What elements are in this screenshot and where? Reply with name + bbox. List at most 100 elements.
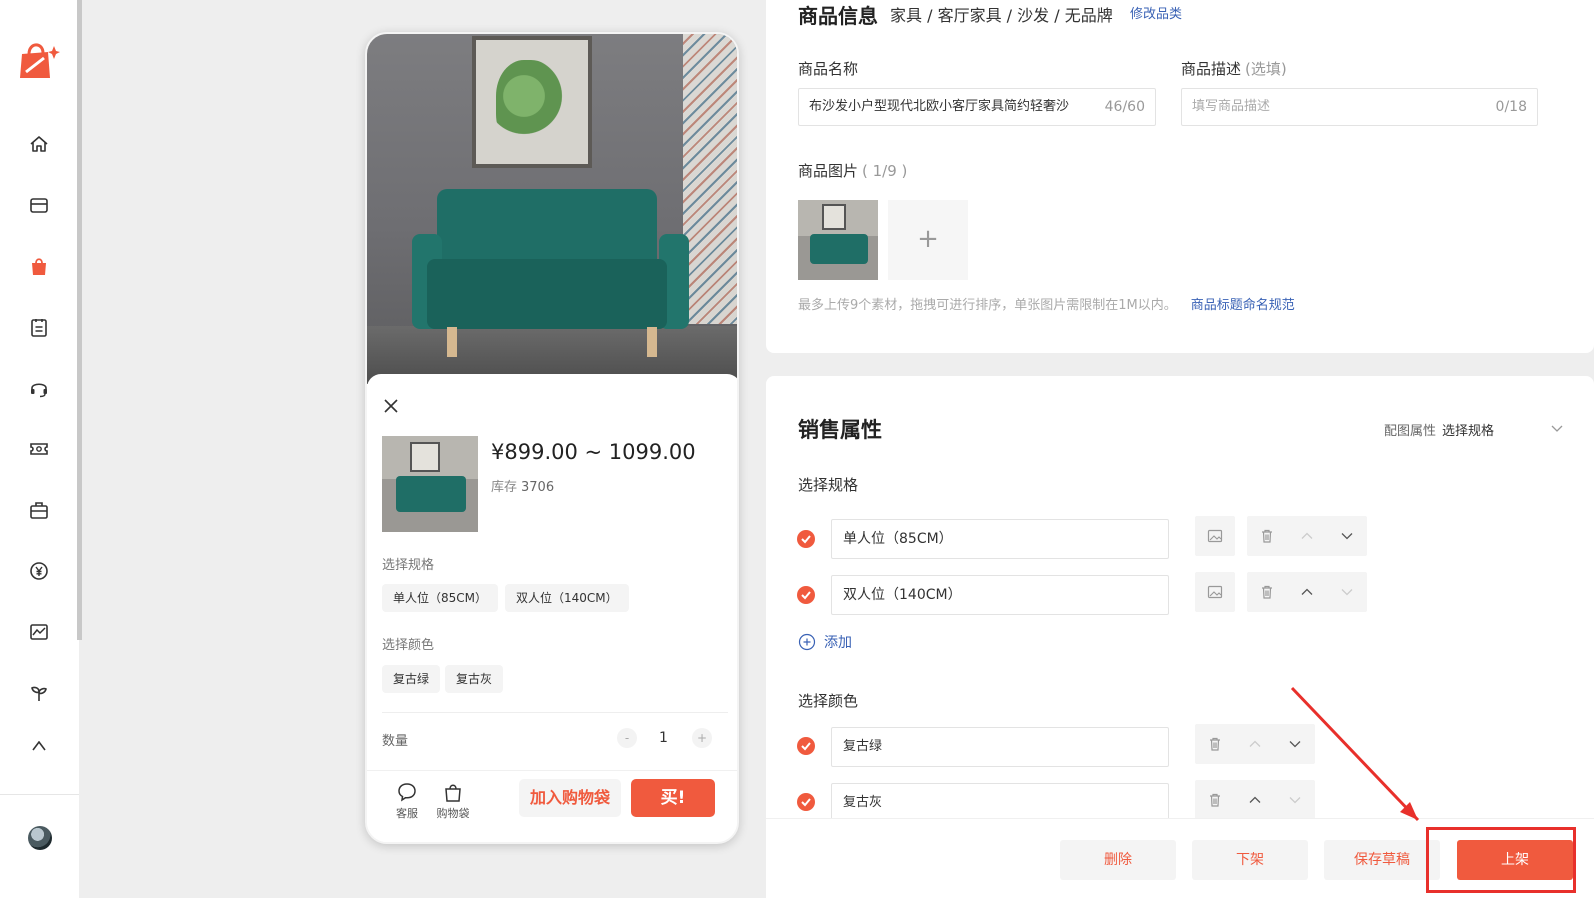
product-images-label-text: 商品图片: [798, 162, 859, 180]
quantity-plus-button[interactable]: +: [692, 728, 712, 748]
stock-value: 3706: [521, 480, 555, 495]
delete-button[interactable]: 删除: [1060, 840, 1176, 880]
close-icon[interactable]: [381, 396, 401, 416]
briefcase-icon[interactable]: [26, 497, 52, 523]
spec-chip[interactable]: 单人位（85CM）: [382, 584, 499, 612]
image-attribute-selector[interactable]: 配图属性 选择规格: [1384, 420, 1494, 439]
shop-logo[interactable]: [18, 38, 60, 80]
home-icon[interactable]: [26, 131, 52, 157]
spec-input[interactable]: 双人位（140CM）: [831, 575, 1169, 615]
chevron-down-icon[interactable]: [1337, 582, 1357, 602]
image-attribute-label: 配图属性: [1384, 424, 1437, 439]
price-range: ¥899.00 ~ 1099.00: [491, 440, 696, 464]
spec-check-icon[interactable]: [797, 530, 815, 548]
trash-icon[interactable]: [1257, 526, 1277, 546]
sofa-leg: [447, 327, 457, 357]
product-desc-placeholder: 填写商品描述: [1192, 99, 1271, 114]
chevron-down-icon[interactable]: [1337, 526, 1357, 546]
trash-icon[interactable]: [1257, 582, 1277, 602]
add-image-button[interactable]: +: [888, 200, 968, 280]
image-icon[interactable]: [1205, 582, 1225, 602]
product-image-thumbnail[interactable]: [798, 200, 878, 280]
product-desc-label-text: 商品描述: [1181, 60, 1242, 78]
sidebar-scrollbar[interactable]: [77, 0, 82, 640]
product-name-count: 46/60: [1104, 99, 1145, 115]
color-row-tools: [1195, 724, 1315, 764]
color-input[interactable]: 复古灰: [831, 783, 1169, 823]
hero-wall-frame: [472, 36, 592, 168]
product-name-label: 商品名称: [798, 60, 859, 78]
spec-chip[interactable]: 双人位（140CM）: [505, 584, 629, 612]
color-input[interactable]: 复古绿: [831, 727, 1169, 767]
sku-thumbnail: [382, 436, 478, 532]
spec-input[interactable]: 单人位（85CM）: [831, 519, 1169, 559]
annotation-highlight-box: [1426, 827, 1576, 893]
more-nav-icon[interactable]: [26, 741, 52, 753]
headset-icon[interactable]: [26, 375, 52, 401]
store-icon[interactable]: [26, 192, 52, 218]
chevron-up-icon[interactable]: [1245, 734, 1265, 754]
avatar[interactable]: [28, 826, 52, 850]
sofa-leg: [647, 327, 657, 357]
preview-spec-label: 选择规格: [382, 558, 435, 573]
trash-icon[interactable]: [1205, 790, 1225, 810]
product-name-value: 布沙发小户型现代北欧小客厅家具简约轻奢沙: [809, 99, 1070, 114]
trash-icon[interactable]: [1205, 734, 1225, 754]
quantity-minus-button[interactable]: -: [617, 728, 637, 748]
color-section-label: 选择颜色: [798, 692, 859, 710]
color-chip[interactable]: 复古灰: [445, 665, 504, 693]
chart-icon[interactable]: [26, 619, 52, 645]
customer-service-button[interactable]: 客服: [387, 781, 427, 821]
sidebar: [0, 0, 79, 898]
sofa-seat: [427, 259, 667, 329]
buy-button[interactable]: 买!: [631, 779, 715, 817]
chevron-down-icon[interactable]: [1550, 420, 1564, 434]
shopping-bag-label: 购物袋: [436, 807, 470, 820]
color-check-icon[interactable]: [797, 793, 815, 811]
image-upload-hint-text: 最多上传9个素材，拖拽可进行排序，单张图片需限制在1M以内。: [798, 298, 1177, 313]
stock-info: 库存 3706: [491, 476, 554, 495]
color-check-icon[interactable]: [797, 737, 815, 755]
image-attribute-value: 选择规格: [1442, 424, 1495, 439]
preview-footer: 客服 购物袋 加入购物袋 买!: [367, 770, 737, 842]
product-images-label: 商品图片( 1/9 ): [798, 160, 907, 181]
bag-icon[interactable]: [26, 253, 52, 279]
change-category-link[interactable]: 修改品类: [1130, 3, 1182, 22]
quantity-label: 数量: [382, 734, 409, 749]
shopping-bag-button[interactable]: 购物袋: [433, 781, 473, 821]
plus-circle-icon: [798, 633, 816, 651]
chevron-down-icon[interactable]: [1285, 790, 1305, 810]
spec-check-icon[interactable]: [797, 586, 815, 604]
add-spec-label: 添加: [824, 635, 852, 651]
chevron-up-icon[interactable]: [1245, 790, 1265, 810]
title-naming-rules-link[interactable]: 商品标题命名规范: [1191, 298, 1295, 313]
phone-preview: ¥899.00 ~ 1099.00 库存 3706 选择规格 单人位（85CM） …: [365, 32, 739, 844]
quantity-value: 1: [659, 730, 668, 746]
spec-row-tools: [1247, 572, 1367, 612]
sprout-icon[interactable]: [26, 680, 52, 706]
spec-row-tools: [1247, 516, 1367, 556]
chevron-up-icon[interactable]: [1297, 582, 1317, 602]
preview-divider: [382, 712, 728, 713]
product-info-title: 商品信息: [798, 4, 878, 28]
preview-color-label: 选择颜色: [382, 638, 435, 653]
add-spec-button[interactable]: 添加: [798, 632, 852, 652]
category-breadcrumb: 家具 / 客厅家具 / 沙发 / 无品牌: [890, 6, 1113, 25]
clipboard-icon[interactable]: [26, 314, 52, 340]
product-desc-input[interactable]: 填写商品描述 0/18: [1181, 88, 1538, 126]
chevron-down-icon[interactable]: [1285, 734, 1305, 754]
unlist-button[interactable]: 下架: [1192, 840, 1308, 880]
product-name-input[interactable]: 布沙发小户型现代北欧小客厅家具简约轻奢沙 46/60: [798, 88, 1156, 126]
sales-attributes-title: 销售属性: [798, 418, 882, 442]
product-images-count: ( 1/9 ): [862, 162, 908, 180]
add-to-bag-button[interactable]: 加入购物袋: [519, 779, 621, 817]
ticket-icon[interactable]: [26, 436, 52, 462]
yuan-icon[interactable]: [26, 558, 52, 584]
image-icon[interactable]: [1205, 526, 1225, 546]
spec-section-label: 选择规格: [798, 476, 859, 494]
save-draft-button[interactable]: 保存草稿: [1324, 840, 1440, 880]
shopping-bag-icon: [445, 784, 461, 802]
product-hero-image: [367, 34, 737, 384]
chevron-up-icon[interactable]: [1297, 526, 1317, 546]
color-chip[interactable]: 复古绿: [382, 665, 441, 693]
